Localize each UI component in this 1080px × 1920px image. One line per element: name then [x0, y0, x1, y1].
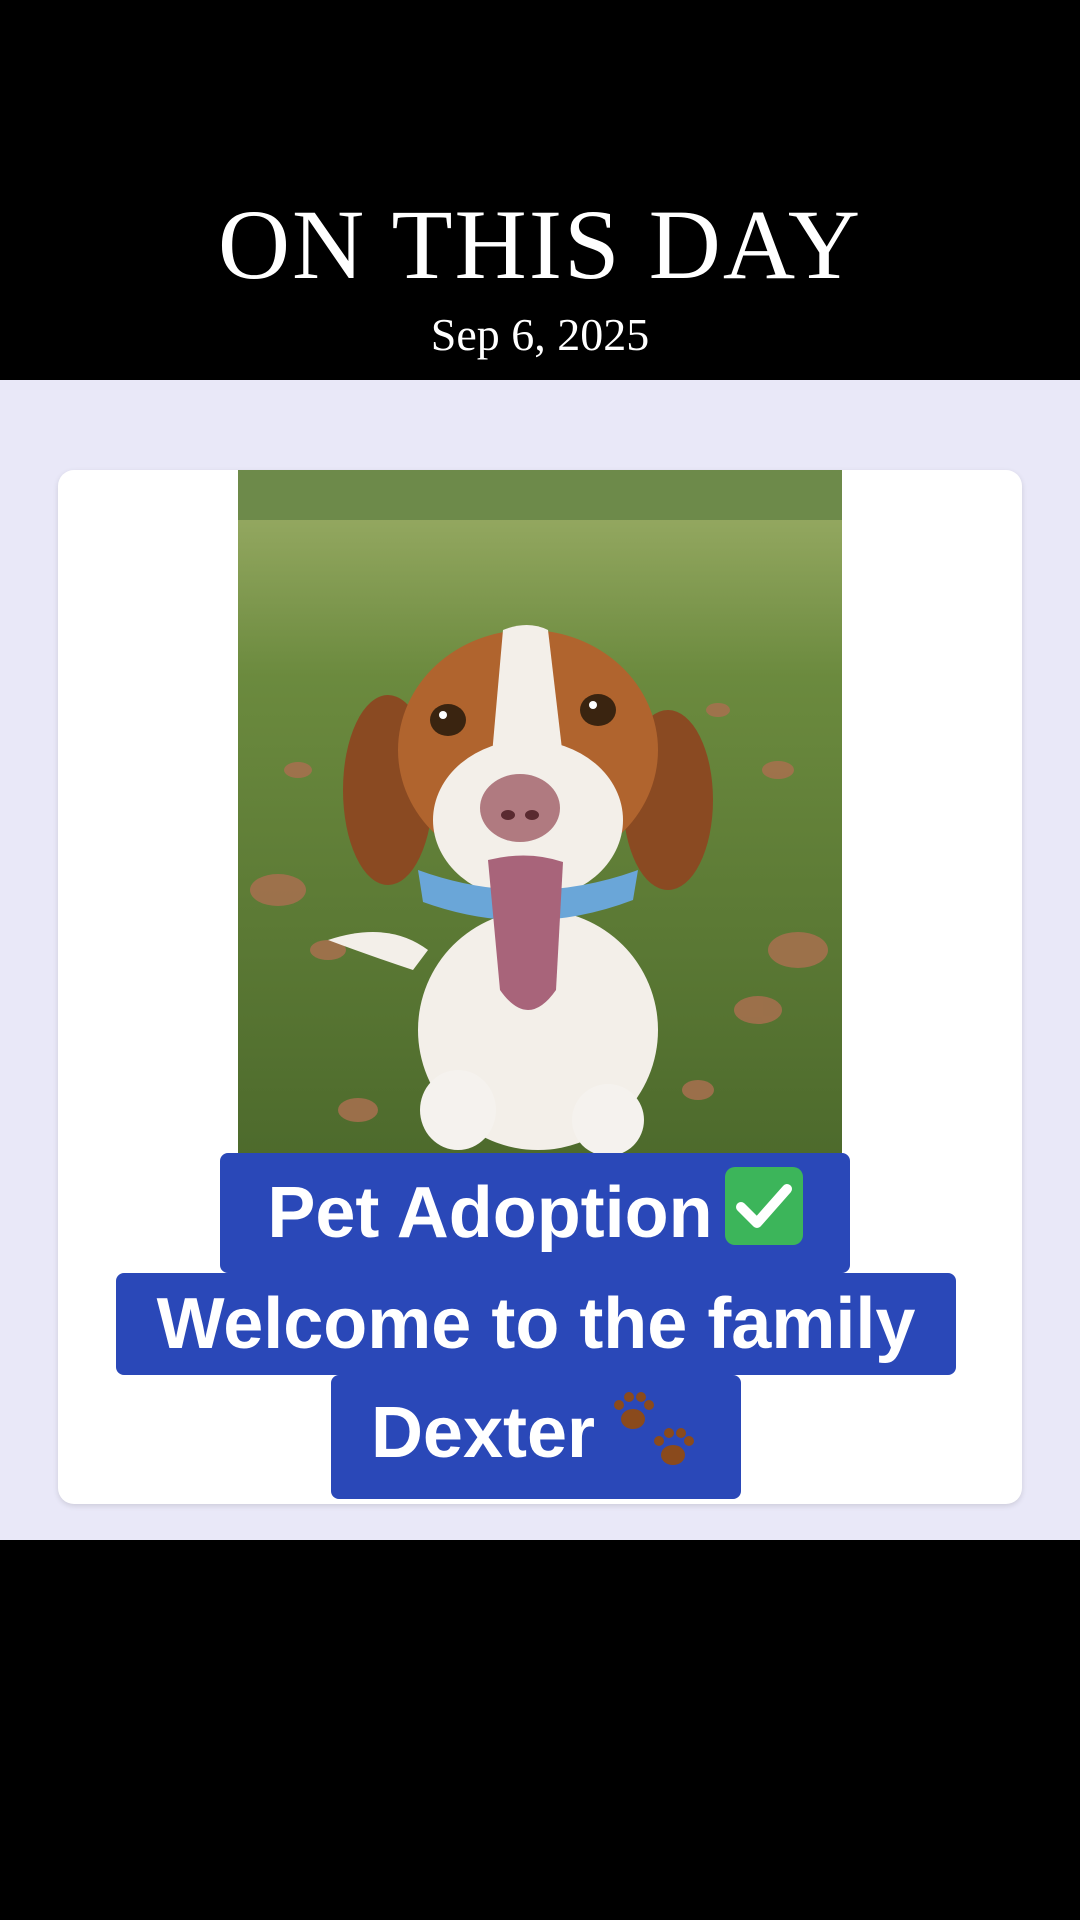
beagle-photo-illustration [238, 470, 842, 1160]
pet-photo[interactable] [238, 470, 842, 1160]
check-mark-icon [724, 1167, 803, 1245]
overlay-line-welcome: Welcome to the family [116, 1273, 956, 1375]
page-title: ON THIS DAY [217, 189, 863, 300]
overlay-line-adoption: Pet Adoption [220, 1153, 850, 1273]
bottom-area [0, 1540, 1080, 1920]
memory-date: Sep 6, 2025 [430, 309, 650, 360]
overlay-text-adoption: Pet Adoption [267, 1173, 713, 1253]
overlay-text-name: Dexter [370, 1393, 596, 1473]
overlay-line-name: Dexter [331, 1375, 741, 1499]
header: ON THIS DAY Sep 6, 2025 [0, 0, 1080, 380]
paw-prints-icon [614, 1392, 695, 1465]
